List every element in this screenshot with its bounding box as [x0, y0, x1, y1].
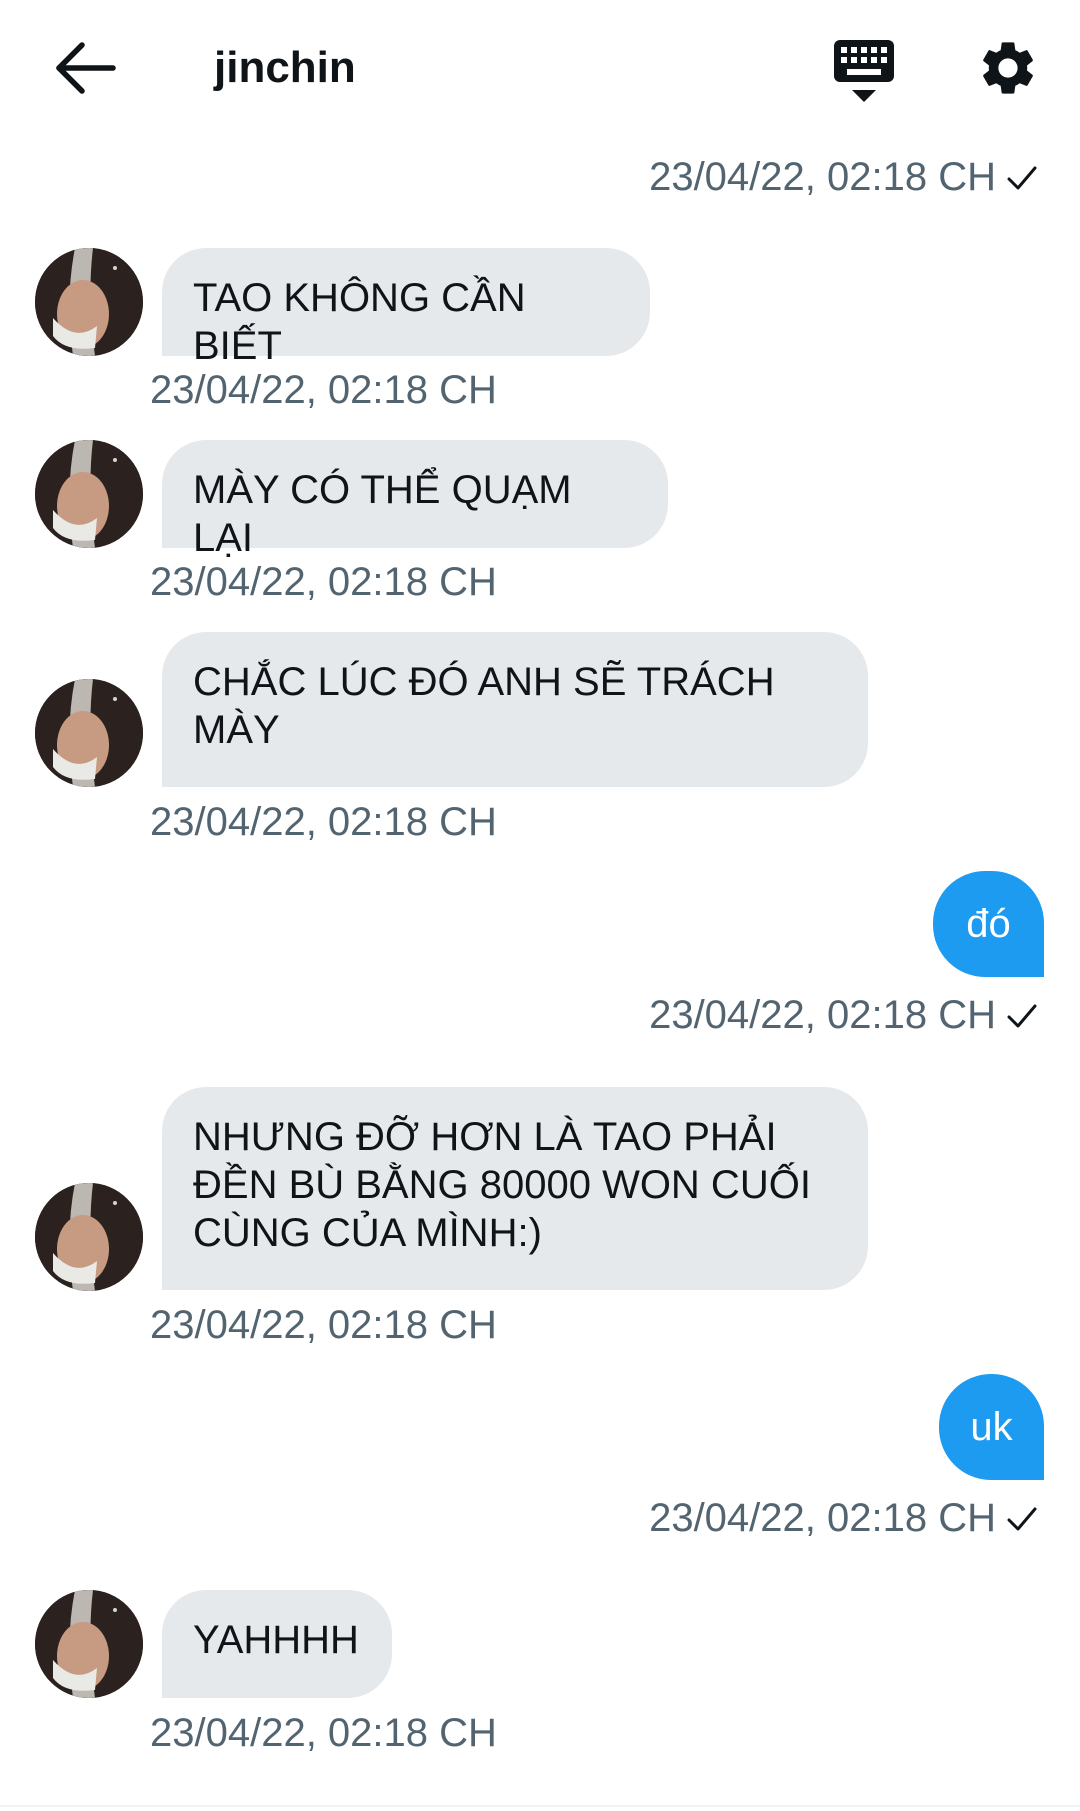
avatar[interactable] — [35, 1183, 143, 1291]
message-bubble-incoming[interactable]: MÀY CÓ THỂ QUẠM LẠI — [162, 440, 668, 560]
message-bubble-outgoing[interactable]: uk — [939, 1374, 1044, 1480]
message-bubble-incoming[interactable]: CHẮC LÚC ĐÓ ANH SẼ TRÁCH MÀY — [162, 632, 868, 787]
message-timestamp: 23/04/22, 02:18 CH — [150, 1303, 497, 1347]
message-bubble-incoming[interactable]: YAHHHH — [162, 1590, 392, 1698]
message-bubble-outgoing[interactable]: đó — [933, 871, 1044, 977]
checkmark-icon — [1007, 1004, 1037, 1028]
message-timestamp: 23/04/22, 02:18 CH — [150, 560, 497, 604]
message-timestamp: 23/04/22, 02:18 CH — [150, 1711, 497, 1755]
message-timestamp: 23/04/22, 02:18 CH — [649, 1496, 996, 1540]
keyboard-button[interactable] — [832, 38, 896, 104]
message-timestamp: 23/04/22, 02:18 CH — [649, 993, 996, 1037]
avatar-photo-icon — [35, 1183, 143, 1291]
avatar[interactable] — [35, 1590, 143, 1698]
avatar[interactable] — [35, 440, 143, 548]
checkmark-icon — [1007, 1507, 1037, 1531]
avatar-photo-icon — [35, 679, 143, 787]
divider — [0, 1805, 1080, 1807]
back-button[interactable] — [55, 40, 117, 96]
arrow-left-icon — [56, 42, 116, 94]
checkmark-icon — [1007, 166, 1037, 190]
avatar-photo-icon — [35, 248, 143, 356]
avatar[interactable] — [35, 679, 143, 787]
message-bubble-incoming[interactable]: NHƯNG ĐỠ HƠN LÀ TAO PHẢI ĐỀN BÙ BẰNG 800… — [162, 1087, 868, 1290]
settings-button[interactable] — [976, 36, 1040, 100]
conversation-title: jinchin — [214, 43, 356, 92]
avatar-photo-icon — [35, 1590, 143, 1698]
avatar[interactable] — [35, 248, 143, 356]
message-bubble-incoming[interactable]: TAO KHÔNG CẦN BIẾT — [162, 248, 650, 368]
avatar-photo-icon — [35, 440, 143, 548]
message-timestamp: 23/04/22, 02:18 CH — [150, 800, 497, 844]
message-timestamp: 23/04/22, 02:18 CH — [150, 368, 497, 412]
conversation-header: jinchin — [0, 0, 1080, 138]
gear-icon — [983, 42, 1033, 94]
message-timestamp: 23/04/22, 02:18 CH — [649, 155, 996, 199]
keyboard-icon — [834, 40, 894, 102]
